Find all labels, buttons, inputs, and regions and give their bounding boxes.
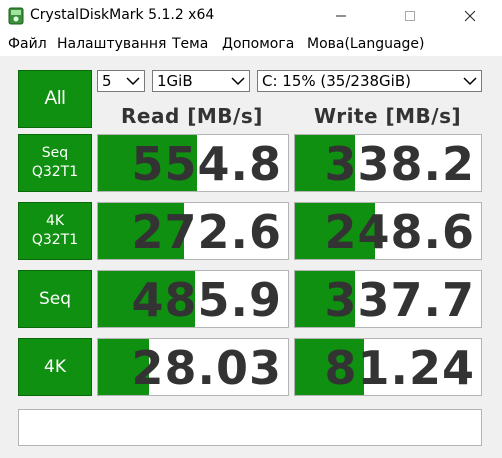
write-value: 81.24 [324, 341, 475, 395]
runs-value: 5 [102, 72, 112, 90]
maximize-icon [405, 11, 415, 21]
row-label-line2: Q32T1 [31, 164, 79, 180]
title-bar: CrystalDiskMark 5.1.2 x64 [0, 0, 502, 32]
drive-value: C: 15% (35/238GiB) [262, 72, 411, 90]
close-icon [464, 10, 476, 22]
read-value: 554.8 [131, 137, 282, 191]
menu-settings[interactable]: Налаштування [57, 36, 166, 52]
maximize-button[interactable] [387, 0, 433, 32]
read-value: 485.9 [131, 273, 282, 327]
test-button-4k[interactable]: 4K [18, 338, 92, 396]
app-icon [8, 7, 24, 25]
read-value: 272.6 [131, 205, 282, 259]
chevron-down-icon [463, 77, 477, 86]
read-header: Read [MB/s] [121, 104, 263, 128]
read-result-4k: 28.03 [97, 338, 289, 396]
row-label-line1: 4K [45, 213, 65, 229]
comment-box[interactable] [18, 409, 482, 446]
minimize-icon [336, 15, 346, 17]
window-title: CrystalDiskMark 5.1.2 x64 [30, 7, 215, 23]
menu-help[interactable]: Допомога [222, 36, 294, 52]
write-value: 337.7 [324, 273, 475, 327]
write-result-seq-q32t1: 338.2 [294, 134, 482, 192]
read-result-4k-q32t1: 272.6 [97, 202, 289, 260]
row-label-line1: Seq [41, 145, 69, 161]
close-button[interactable] [447, 0, 493, 32]
write-header: Write [MB/s] [314, 104, 462, 128]
row-label-line2: Q32T1 [31, 232, 79, 248]
write-value: 248.6 [324, 205, 475, 259]
write-result-seq: 337.7 [294, 270, 482, 328]
test-button-4k-q32t1[interactable]: 4K Q32T1 [18, 202, 92, 260]
read-result-seq: 485.9 [97, 270, 289, 328]
row-label-line1: 4K [44, 356, 66, 377]
test-button-seq[interactable]: Seq [18, 270, 92, 328]
read-value: 28.03 [131, 341, 282, 395]
size-select[interactable]: 1GiB [152, 70, 250, 92]
write-result-4k-q32t1: 248.6 [294, 202, 482, 260]
menu-theme[interactable]: Тема [172, 36, 208, 52]
menu-language[interactable]: Мова(Language) [307, 36, 425, 52]
menu-bar: Файл Налаштування Тема Допомога Мова(Lan… [0, 33, 502, 55]
menu-file[interactable]: Файл [8, 36, 47, 52]
runs-select[interactable]: 5 [97, 70, 145, 92]
chevron-down-icon [231, 77, 245, 86]
all-button[interactable]: All [18, 70, 92, 128]
read-result-seq-q32t1: 554.8 [97, 134, 289, 192]
minimize-button[interactable] [318, 0, 364, 32]
write-result-4k: 81.24 [294, 338, 482, 396]
chevron-down-icon [126, 77, 140, 86]
drive-select[interactable]: C: 15% (35/238GiB) [257, 70, 482, 92]
row-label-line1: Seq [38, 288, 72, 309]
write-value: 338.2 [324, 137, 475, 191]
test-button-seq-q32t1[interactable]: Seq Q32T1 [18, 134, 92, 192]
size-value: 1GiB [157, 72, 193, 90]
